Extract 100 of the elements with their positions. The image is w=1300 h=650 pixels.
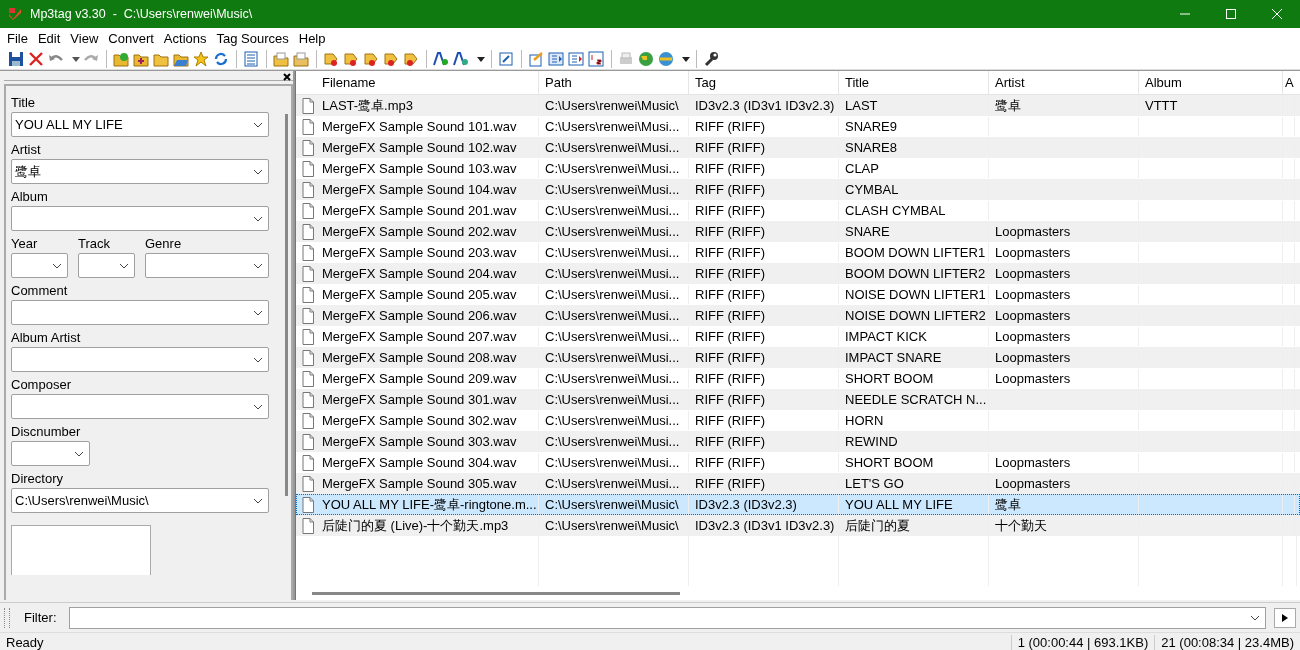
status-text: Ready bbox=[5, 635, 45, 650]
table-row[interactable]: MergeFX Sample Sound 301.wav C:\Users\renwei\Musi... RIFF (RIFF) NEEDLE SCRATCH N... bbox=[296, 389, 1300, 410]
chevron-down-icon[interactable] bbox=[253, 403, 263, 410]
table-row[interactable]: MergeFX Sample Sound 103.wav C:\Users\renwei\Musi... RIFF (RIFF) CLAP bbox=[296, 158, 1300, 179]
table-row[interactable]: MergeFX Sample Sound 303.wav C:\Users\renwei\Musi... RIFF (RIFF) REWIND bbox=[296, 431, 1300, 452]
tag-source-icon[interactable] bbox=[363, 50, 380, 67]
chevron-down-icon[interactable] bbox=[253, 262, 263, 269]
tag-source-icon[interactable] bbox=[383, 50, 400, 67]
chevron-down-icon[interactable] bbox=[74, 450, 84, 457]
table-cell: C:\Users\renwei\Musi... bbox=[539, 327, 689, 346]
edit-icon[interactable] bbox=[498, 50, 515, 67]
chevron-down-icon[interactable] bbox=[253, 215, 263, 222]
table-cell: SNARE bbox=[839, 222, 989, 241]
refresh-icon[interactable] bbox=[213, 50, 230, 67]
file-icon bbox=[302, 139, 314, 156]
text-case-icon[interactable] bbox=[433, 50, 450, 67]
table-cell: Loopmasters bbox=[989, 306, 1139, 325]
table-row[interactable]: MergeFX Sample Sound 208.wav C:\Users\renwei\Musi... RIFF (RIFF) IMPACT SNARE Loopmasters bbox=[296, 347, 1300, 368]
chevron-down-icon[interactable] bbox=[253, 121, 263, 128]
table-row[interactable]: MergeFX Sample Sound 101.wav C:\Users\renwei\Musi... RIFF (RIFF) SNARE9 bbox=[296, 116, 1300, 137]
text-case-icon[interactable] bbox=[453, 50, 470, 67]
table-row[interactable]: MergeFX Sample Sound 304.wav C:\Users\renwei\Musi... RIFF (RIFF) SHORT BOOM Loopmasters bbox=[296, 452, 1300, 473]
column-header[interactable]: Album bbox=[1139, 71, 1283, 94]
playlist-icon[interactable] bbox=[568, 50, 585, 67]
table-row[interactable]: MergeFX Sample Sound 104.wav C:\Users\renwei\Musi... RIFF (RIFF) CYMBAL bbox=[296, 179, 1300, 200]
menu-item[interactable]: Help bbox=[293, 30, 331, 46]
file-icon bbox=[302, 391, 314, 408]
field-label: Genre bbox=[145, 235, 183, 253]
table-cell: MergeFX Sample Sound 101.wav bbox=[322, 119, 517, 134]
combo-field[interactable]: YOU ALL MY LIFE bbox=[11, 112, 269, 137]
chevron-down-icon[interactable] bbox=[1250, 614, 1260, 621]
chevron-down-icon[interactable] bbox=[119, 262, 129, 269]
playlist-icon[interactable] bbox=[548, 50, 565, 67]
combo-field[interactable]: C:\Users\renwei\Music\ bbox=[11, 488, 269, 513]
table-row[interactable]: MergeFX Sample Sound 302.wav C:\Users\renwei\Musi... RIFF (RIFF) HORN bbox=[296, 410, 1300, 431]
folder-check-icon[interactable] bbox=[113, 50, 130, 67]
table-row[interactable]: MergeFX Sample Sound 102.wav C:\Users\renwei\Musi... RIFF (RIFF) SNARE8 bbox=[296, 137, 1300, 158]
table-row[interactable]: MergeFX Sample Sound 205.wav C:\Users\renwei\Musi... RIFF (RIFF) NOISE DOWN LIFTER1 Loopmasters bbox=[296, 284, 1300, 305]
save-icon[interactable] bbox=[8, 50, 25, 67]
maximize-icon bbox=[1226, 9, 1236, 19]
table-row[interactable]: MergeFX Sample Sound 201.wav C:\Users\renwei\Musi... RIFF (RIFF) CLASH CYMBAL bbox=[296, 200, 1300, 221]
combo-field[interactable] bbox=[78, 253, 135, 278]
combo-field[interactable] bbox=[11, 347, 269, 372]
table-cell: MergeFX Sample Sound 207.wav bbox=[322, 329, 517, 344]
menu-item[interactable]: Actions bbox=[158, 30, 212, 46]
table-row[interactable]: 后陡门的夏 (Live)-十个勤天.mp3 C:\Users\renwei\Music\ ID3v2.3 (ID3v1 ID3v2.3) 后陡门的夏 十个勤天 bbox=[296, 515, 1300, 536]
star-icon[interactable] bbox=[193, 50, 210, 67]
toolbar-grip[interactable] bbox=[4, 607, 10, 628]
table-cell: Loopmasters bbox=[989, 285, 1139, 304]
table-cell: RIFF (RIFF) bbox=[689, 243, 839, 262]
field-label: Comment bbox=[11, 282, 69, 300]
chevron-down-icon[interactable] bbox=[253, 168, 263, 175]
table-cell: YOU ALL MY LIFE bbox=[839, 495, 989, 514]
combo-field[interactable] bbox=[11, 441, 90, 466]
table-cell: RIFF (RIFF) bbox=[689, 201, 839, 220]
table-row[interactable]: MergeFX Sample Sound 204.wav C:\Users\renwei\Musi... RIFF (RIFF) BOOM DOWN LIFTER2 Loopmasters bbox=[296, 263, 1300, 284]
menu-item[interactable]: Tag Sources bbox=[211, 30, 294, 46]
combo-field[interactable] bbox=[11, 253, 68, 278]
table-row[interactable]: MergeFX Sample Sound 305.wav C:\Users\renwei\Musi... RIFF (RIFF) LET'S GO Loopmasters bbox=[296, 473, 1300, 494]
table-row[interactable]: MergeFX Sample Sound 203.wav C:\Users\renwei\Musi... RIFF (RIFF) BOOM DOWN LIFTER1 Loopmasters bbox=[296, 242, 1300, 263]
filter-field[interactable] bbox=[68, 606, 1266, 629]
menu-item[interactable]: File bbox=[2, 30, 33, 46]
delete-icon[interactable] bbox=[28, 50, 45, 67]
chevron-down-icon[interactable] bbox=[253, 309, 263, 316]
numbering-icon[interactable] bbox=[588, 50, 605, 67]
scrollbar-thumb[interactable] bbox=[312, 591, 680, 595]
chevron-down-icon[interactable] bbox=[253, 356, 263, 363]
chevron-down-icon[interactable] bbox=[52, 262, 62, 269]
table-row[interactable]: MergeFX Sample Sound 202.wav C:\Users\renwei\Musi... RIFF (RIFF) SNARE Loopmasters bbox=[296, 221, 1300, 242]
tag-source-icon[interactable] bbox=[323, 50, 340, 67]
column-header[interactable]: Path bbox=[539, 71, 689, 94]
menu-item[interactable]: Convert bbox=[103, 30, 159, 46]
column-header[interactable]: Filename bbox=[296, 71, 539, 94]
folder-icon[interactable] bbox=[293, 50, 310, 67]
settings-icon[interactable] bbox=[703, 50, 720, 67]
combo-field[interactable] bbox=[11, 394, 269, 419]
combo-field[interactable]: 鹭卓 bbox=[11, 159, 269, 184]
column-header[interactable]: Artist bbox=[989, 71, 1139, 94]
tag-source-icon[interactable] bbox=[403, 50, 420, 67]
menu-item[interactable]: Edit bbox=[32, 30, 66, 46]
folder-icon[interactable] bbox=[273, 50, 290, 67]
menu-item[interactable]: View bbox=[65, 30, 104, 46]
filter-go-button[interactable] bbox=[1274, 607, 1296, 628]
table-row[interactable]: MergeFX Sample Sound 206.wav C:\Users\renwei\Musi... RIFF (RIFF) NOISE DOWN LIFTER2 Loopmasters bbox=[296, 305, 1300, 326]
combo-field[interactable] bbox=[11, 206, 269, 231]
table-row[interactable]: YOU ALL MY LIFE-鹭卓-ringtone.m... C:\Users\renwei\Music\ ID3v2.3 (ID3v2.3) YOU ALL MY LIFE 鹭卓 bbox=[296, 494, 1300, 515]
table-row[interactable]: LAST-鹭卓.mp3 C:\Users\renwei\Music\ ID3v2.3 (ID3v1 ID3v2.3) LAST 鹭卓 VTTT bbox=[296, 95, 1300, 116]
close-icon[interactable] bbox=[283, 72, 291, 81]
table-cell: RIFF (RIFF) bbox=[689, 369, 839, 388]
column-header[interactable]: A bbox=[1283, 71, 1297, 94]
globe-icon[interactable] bbox=[638, 50, 655, 67]
column-header[interactable]: Title bbox=[839, 71, 989, 94]
combo-field[interactable] bbox=[11, 300, 269, 325]
table-row[interactable]: MergeFX Sample Sound 207.wav C:\Users\renwei\Musi... RIFF (RIFF) IMPACT KICK Loopmasters bbox=[296, 326, 1300, 347]
scrollbar-thumb[interactable] bbox=[284, 114, 288, 496]
table-row[interactable]: MergeFX Sample Sound 209.wav C:\Users\renwei\Musi... RIFF (RIFF) SHORT BOOM Loopmasters bbox=[296, 368, 1300, 389]
tag-source-icon[interactable] bbox=[343, 50, 360, 67]
combo-field[interactable] bbox=[145, 253, 269, 278]
chevron-down-icon[interactable] bbox=[253, 497, 263, 504]
column-header[interactable]: Tag bbox=[689, 71, 839, 94]
